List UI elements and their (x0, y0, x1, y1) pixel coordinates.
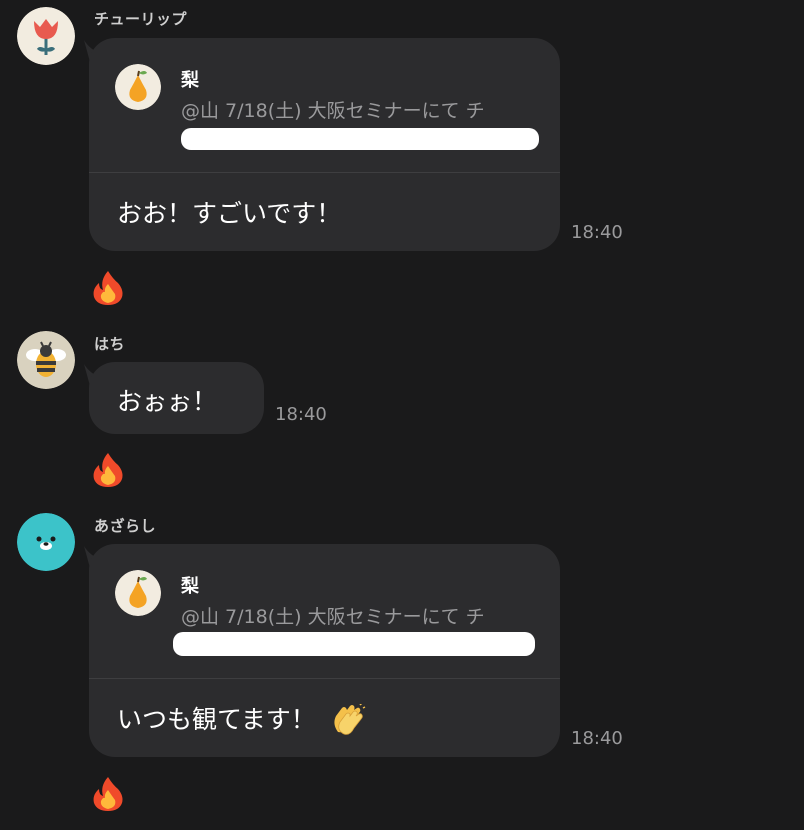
pear-icon (115, 64, 161, 110)
message-text: おお！すごいです！ (117, 199, 342, 228)
avatar-tulip[interactable] (17, 7, 75, 65)
reaction[interactable] (91, 776, 125, 812)
bee-icon (17, 331, 75, 389)
message-time: 18:40 (571, 728, 623, 749)
message-bubble[interactable]: おぉぉ！ (89, 362, 264, 434)
message-text-body: いつも観てます！ (117, 705, 316, 734)
quote-sender-name: 梨 (181, 70, 199, 91)
quoted-message[interactable]: 梨 @山 7/18(土) 大阪セミナーにて チ (89, 544, 560, 679)
message-text: いつも観てます！ (117, 700, 366, 738)
avatar-seal[interactable] (17, 513, 75, 571)
message-time: 18:40 (275, 404, 327, 425)
message-text: おぉぉ！ (117, 387, 218, 416)
fire-icon (93, 271, 123, 305)
quote-sender-name: 梨 (181, 576, 199, 597)
avatar-bee[interactable] (17, 331, 75, 389)
quoted-message[interactable]: 梨 @山 7/18(土) 大阪セミナーにて チ (89, 38, 560, 173)
message-bubble-with-quote[interactable]: 梨 @山 7/18(土) 大阪セミナーにて チ おお！すごいです！ (89, 38, 560, 251)
reaction[interactable] (91, 270, 125, 306)
redaction-bar (173, 632, 535, 656)
fire-icon (93, 453, 123, 487)
quote-avatar (115, 570, 161, 616)
pear-icon (115, 570, 161, 616)
sender-name: あざらし (94, 517, 157, 535)
message-time: 18:40 (571, 222, 623, 243)
fire-icon (93, 777, 123, 811)
quote-text: @山 7/18(土) 大阪セミナーにて チ (181, 606, 485, 628)
quote-text: @山 7/18(土) 大阪セミナーにて チ (181, 100, 485, 122)
redaction-bar (181, 128, 539, 150)
sender-name: チューリップ (94, 10, 188, 28)
message-bubble-with-quote[interactable]: 梨 @山 7/18(土) 大阪セミナーにて チ いつも観てます！ (89, 544, 560, 757)
quote-avatar (115, 64, 161, 110)
reaction[interactable] (91, 452, 125, 488)
clapping-hands-icon (334, 704, 366, 735)
sender-name: はち (94, 335, 126, 353)
tulip-icon (17, 7, 75, 65)
seal-icon (17, 513, 75, 571)
